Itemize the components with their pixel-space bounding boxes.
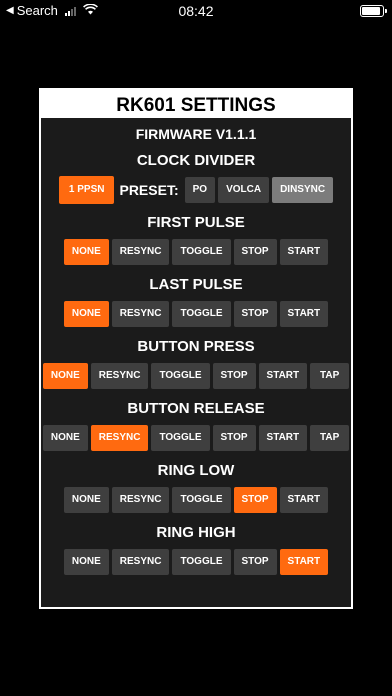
option-toggle-button[interactable]: TOGGLE	[172, 239, 231, 265]
option-resync-button[interactable]: RESYNC	[111, 239, 170, 265]
preset-po-button[interactable]: PO	[184, 177, 216, 203]
button-release-section: BUTTON RELEASE NONE RESYNC TOGGLE STOP START…	[41, 400, 351, 452]
section-title: CLOCK DIVIDER	[136, 152, 256, 169]
option-stop-button[interactable]: STOP	[212, 363, 256, 389]
option-tap-button[interactable]: TAP	[310, 363, 350, 389]
option-row: NONE RESYNC TOGGLE STOP START	[41, 548, 351, 576]
panel-title: RK601 SETTINGS	[41, 90, 351, 118]
option-stop-button[interactable]: STOP	[212, 425, 256, 451]
option-none-button[interactable]: NONE	[42, 363, 88, 389]
option-row: NONE RESYNC TOGGLE STOP START TAP	[41, 362, 351, 390]
option-stop-button[interactable]: STOP	[233, 549, 277, 575]
option-row: NONE RESYNC TOGGLE STOP START TAP	[41, 424, 351, 452]
ppsn-button[interactable]: 1 PPSN	[58, 176, 115, 204]
option-start-button[interactable]: START	[258, 425, 308, 451]
section-title: RING LOW	[157, 462, 235, 479]
option-start-button[interactable]: START	[279, 549, 329, 575]
firmware-version: FIRMWARE V1.1.1	[135, 126, 257, 142]
section-title: LAST PULSE	[149, 276, 243, 293]
option-start-button[interactable]: START	[258, 363, 308, 389]
clock-divider-row: 1 PPSN PRESET: PO VOLCA DINSYNC	[41, 176, 351, 204]
option-row: NONE RESYNC TOGGLE STOP START	[41, 300, 351, 328]
option-none-button[interactable]: NONE	[63, 487, 109, 513]
option-toggle-button[interactable]: TOGGLE	[172, 549, 231, 575]
battery-icon	[360, 5, 387, 17]
option-resync-button[interactable]: RESYNC	[111, 301, 170, 327]
option-tap-button[interactable]: TAP	[310, 425, 350, 451]
last-pulse-section: LAST PULSE NONE RESYNC TOGGLE STOP START	[41, 276, 351, 328]
option-start-button[interactable]: START	[279, 301, 329, 327]
section-title: RING HIGH	[156, 524, 236, 541]
clock-time: 08:42	[178, 3, 214, 19]
option-toggle-button[interactable]: TOGGLE	[151, 425, 210, 451]
preset-label: PRESET:	[119, 182, 179, 198]
option-stop-button[interactable]: STOP	[233, 487, 277, 513]
option-toggle-button[interactable]: TOGGLE	[172, 301, 231, 327]
option-none-button[interactable]: NONE	[63, 301, 109, 327]
option-stop-button[interactable]: STOP	[233, 301, 277, 327]
option-resync-button[interactable]: RESYNC	[90, 425, 149, 451]
clock-divider-section: CLOCK DIVIDER 1 PPSN PRESET: PO VOLCA DI…	[41, 152, 351, 204]
option-start-button[interactable]: START	[279, 239, 329, 265]
button-press-section: BUTTON PRESS NONE RESYNC TOGGLE STOP START TA…	[41, 338, 351, 390]
option-resync-button[interactable]: RESYNC	[90, 363, 149, 389]
option-row: NONE RESYNC TOGGLE STOP START	[41, 486, 351, 514]
section-title: BUTTON PRESS	[137, 338, 255, 355]
ring-high-section: RING HIGH NONE RESYNC TOGGLE STOP START	[41, 524, 351, 576]
section-title: BUTTON RELEASE	[127, 400, 265, 417]
option-resync-button[interactable]: RESYNC	[111, 487, 170, 513]
option-none-button[interactable]: NONE	[42, 425, 88, 451]
option-start-button[interactable]: START	[279, 487, 329, 513]
first-pulse-section: FIRST PULSE NONE RESYNC TOGGLE STOP START	[41, 214, 351, 266]
settings-panel: RK601 SETTINGS FIRMWARE V1.1.1 CLOCK DIV…	[39, 88, 353, 609]
preset-volca-button[interactable]: VOLCA	[218, 177, 270, 203]
ring-low-section: RING LOW NONE RESYNC TOGGLE STOP START	[41, 462, 351, 514]
option-toggle-button[interactable]: TOGGLE	[172, 487, 231, 513]
option-none-button[interactable]: NONE	[63, 549, 109, 575]
option-resync-button[interactable]: RESYNC	[111, 549, 170, 575]
option-stop-button[interactable]: STOP	[233, 239, 277, 265]
preset-dinsync-button[interactable]: DINSYNC	[272, 177, 334, 203]
option-none-button[interactable]: NONE	[63, 239, 109, 265]
option-toggle-button[interactable]: TOGGLE	[151, 363, 210, 389]
option-row: NONE RESYNC TOGGLE STOP START	[41, 238, 351, 266]
status-bar: ◀ Search 08:42	[0, 0, 392, 24]
section-title: FIRST PULSE	[147, 214, 245, 231]
